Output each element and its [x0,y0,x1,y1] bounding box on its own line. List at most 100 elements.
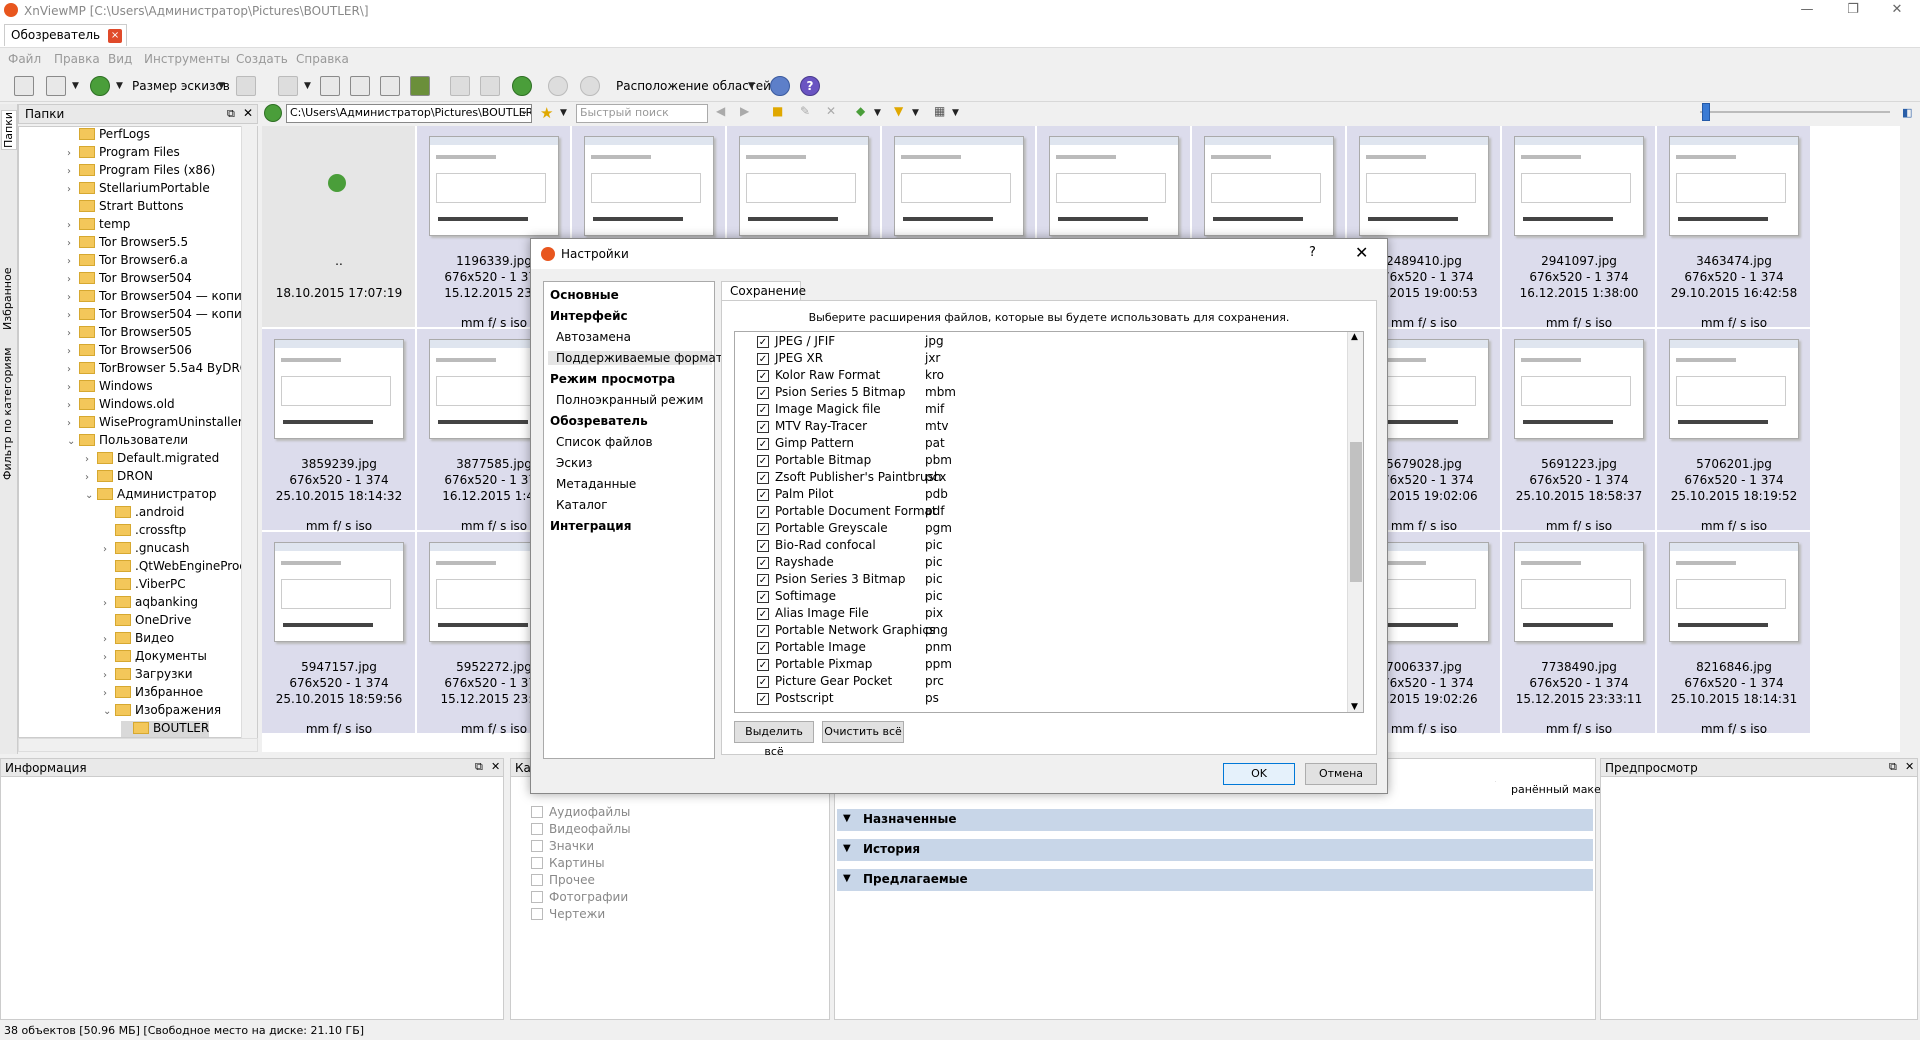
format-checkbox[interactable]: ✓ [757,353,769,365]
settings-nav-item[interactable]: Основные [550,288,619,302]
zoom-slider-track[interactable] [1700,111,1890,113]
chevron-right-icon[interactable]: › [103,634,115,645]
chevron-right-icon[interactable]: › [67,364,79,375]
tab-browser[interactable]: Обозреватель × [4,24,128,46]
grid-view-icon[interactable]: ▦ [934,104,945,118]
chevron-right-icon[interactable]: › [67,292,79,303]
chevron-right-icon[interactable]: › [103,598,115,609]
menu-tools[interactable]: Инструменты [144,52,230,66]
settings-nav-item[interactable]: Обозреватель [550,414,648,428]
tree-item[interactable]: PerfLogs [67,127,150,145]
panel-float-icon[interactable]: ⧉ [227,107,235,121]
tree-item[interactable]: › Документы [103,649,207,667]
side-tab-category-filter[interactable]: Фильтр по категориям [1,344,17,484]
ok-button[interactable]: OK [1223,763,1295,785]
category-group-header[interactable]: ▼ Назначенные [837,809,1593,831]
panel-close-icon[interactable]: ✕ [491,760,500,773]
panel-float-icon[interactable]: ⧉ [1889,760,1897,774]
sync-dropdown-icon[interactable]: ▼ [874,108,881,118]
tree-item[interactable]: › Видео [103,631,174,649]
thumbnail-cell[interactable]: 2941097.jpg 676x520 - 1 374 16.12.2015 1:3… [1502,126,1656,330]
rename-icon[interactable]: ✎ [800,104,810,118]
go-up-icon[interactable] [264,104,282,122]
thumb-size-label[interactable]: Размер эскизов [132,79,230,93]
settings-nav-item[interactable]: Поддерживаемые форматы [548,351,732,365]
format-checkbox[interactable]: ✓ [757,591,769,603]
category-group-header[interactable]: ▼ Предлагаемые [837,869,1593,891]
tree-item[interactable]: › Tor Browser504 [67,271,192,289]
filter-icon[interactable] [278,76,298,96]
minimize-button[interactable]: — [1784,0,1830,22]
chevron-down-icon[interactable]: ⌄ [85,490,97,501]
delete-icon[interactable]: ✕ [826,104,836,118]
tree-item[interactable]: BOUTLER [121,721,210,737]
menu-file[interactable]: Файл [8,52,41,66]
refresh-dropdown-icon[interactable]: ▼ [116,81,123,91]
chevron-down-icon[interactable]: ⌄ [67,436,79,447]
format-checkbox[interactable]: ✓ [757,489,769,501]
settings-nav-item[interactable]: Полноэкранный режим [556,393,703,407]
view-mode-dropdown-icon[interactable]: ▼ [72,81,79,91]
select-all-button[interactable]: Выделить всё [734,721,814,758]
dialog-help-icon[interactable]: ? [1309,245,1316,260]
format-checkbox[interactable]: ✓ [757,693,769,705]
thumbnail-cell[interactable]: 3463474.jpg 676x520 - 1 374 29.10.2015 16:… [1657,126,1811,330]
tree-item[interactable]: Strart Buttons [67,199,184,217]
format-checkbox[interactable]: ✓ [757,438,769,450]
tree-item[interactable]: › WiseProgramUninstallerP [67,415,250,433]
chevron-right-icon[interactable]: › [67,256,79,267]
nav-forward-icon[interactable]: ▶ [740,104,749,118]
format-checkbox[interactable]: ✓ [757,404,769,416]
help-icon[interactable]: ? [800,76,820,96]
category-group-header[interactable]: ▼ История [837,839,1593,861]
scroll-down-icon[interactable]: ▼ [1351,702,1358,712]
category-item[interactable]: Значки [531,839,594,853]
tree-item[interactable]: OneDrive [103,613,191,631]
expand-triangle-icon[interactable]: ▼ [843,873,851,884]
tree-item[interactable]: › StellariumPortable [67,181,210,199]
format-checkbox[interactable]: ✓ [757,557,769,569]
tree-item[interactable]: ⌄ Изображения [103,703,221,721]
chevron-right-icon[interactable]: › [103,652,115,663]
chevron-right-icon[interactable]: › [67,346,79,357]
grid-view-dropdown-icon[interactable]: ▼ [952,108,959,118]
chevron-right-icon[interactable]: › [67,166,79,177]
thumbnail-cell[interactable]: 3859239.jpg 676x520 - 1 374 25.10.2015 18:… [262,329,416,533]
format-checkbox[interactable]: ✓ [757,336,769,348]
chevron-right-icon[interactable]: › [85,454,97,465]
tree-item[interactable]: .crossftp [103,523,186,541]
menu-help[interactable]: Справка [296,52,349,66]
tree-item[interactable]: › Tor Browser504 — копия [67,289,249,307]
nav-back-icon[interactable]: ◀ [716,104,725,118]
category-checkbox[interactable] [531,840,543,852]
path-dropdown-icon[interactable]: ⌄ [520,106,528,117]
chevron-right-icon[interactable]: › [67,400,79,411]
panel-close-icon[interactable]: ✕ [1905,760,1914,773]
thumb-size-dropdown-icon[interactable]: ▼ [218,81,225,91]
settings-nav-item[interactable]: Автозамена [556,330,631,344]
tree-item[interactable]: › Tor Browser6.a [67,253,188,271]
tree-item[interactable]: › Program Files [67,145,180,163]
tree-item[interactable]: › Загрузки [103,667,193,685]
filter-funnel-dropdown-icon[interactable]: ▼ [912,108,919,118]
tree-icon[interactable] [320,76,340,96]
format-checkbox[interactable]: ✓ [757,421,769,433]
menu-view[interactable]: Вид [108,52,132,66]
tree-vertical-scrollbar[interactable] [241,126,257,738]
settings-nav-item[interactable]: Список файлов [556,435,653,449]
up-folder-icon[interactable] [512,76,532,96]
category-checkbox[interactable] [531,874,543,886]
tab-save[interactable]: Сохранение [721,281,806,301]
settings-nav-item[interactable]: Режим просмотра [550,372,675,386]
format-checkbox[interactable]: ✓ [757,659,769,671]
filter-funnel-icon[interactable]: ▼ [894,104,903,118]
tree-item[interactable]: › Default.migrated [85,451,219,469]
tree-item[interactable]: › Tor Browser505 [67,325,192,343]
category-item[interactable]: Чертежи [531,907,605,921]
slideshow-icon[interactable] [410,76,430,96]
category-item[interactable]: Картины [531,856,605,870]
thumbnail-cell[interactable]: 5691223.jpg 676x520 - 1 374 25.10.2015 18:… [1502,329,1656,533]
sync-icon[interactable]: ◆ [856,104,865,118]
thumbnail-cell[interactable]: 8216846.jpg 676x520 - 1 374 25.10.2015 18:… [1657,532,1811,736]
folder-new-icon[interactable]: ■ [772,104,783,118]
